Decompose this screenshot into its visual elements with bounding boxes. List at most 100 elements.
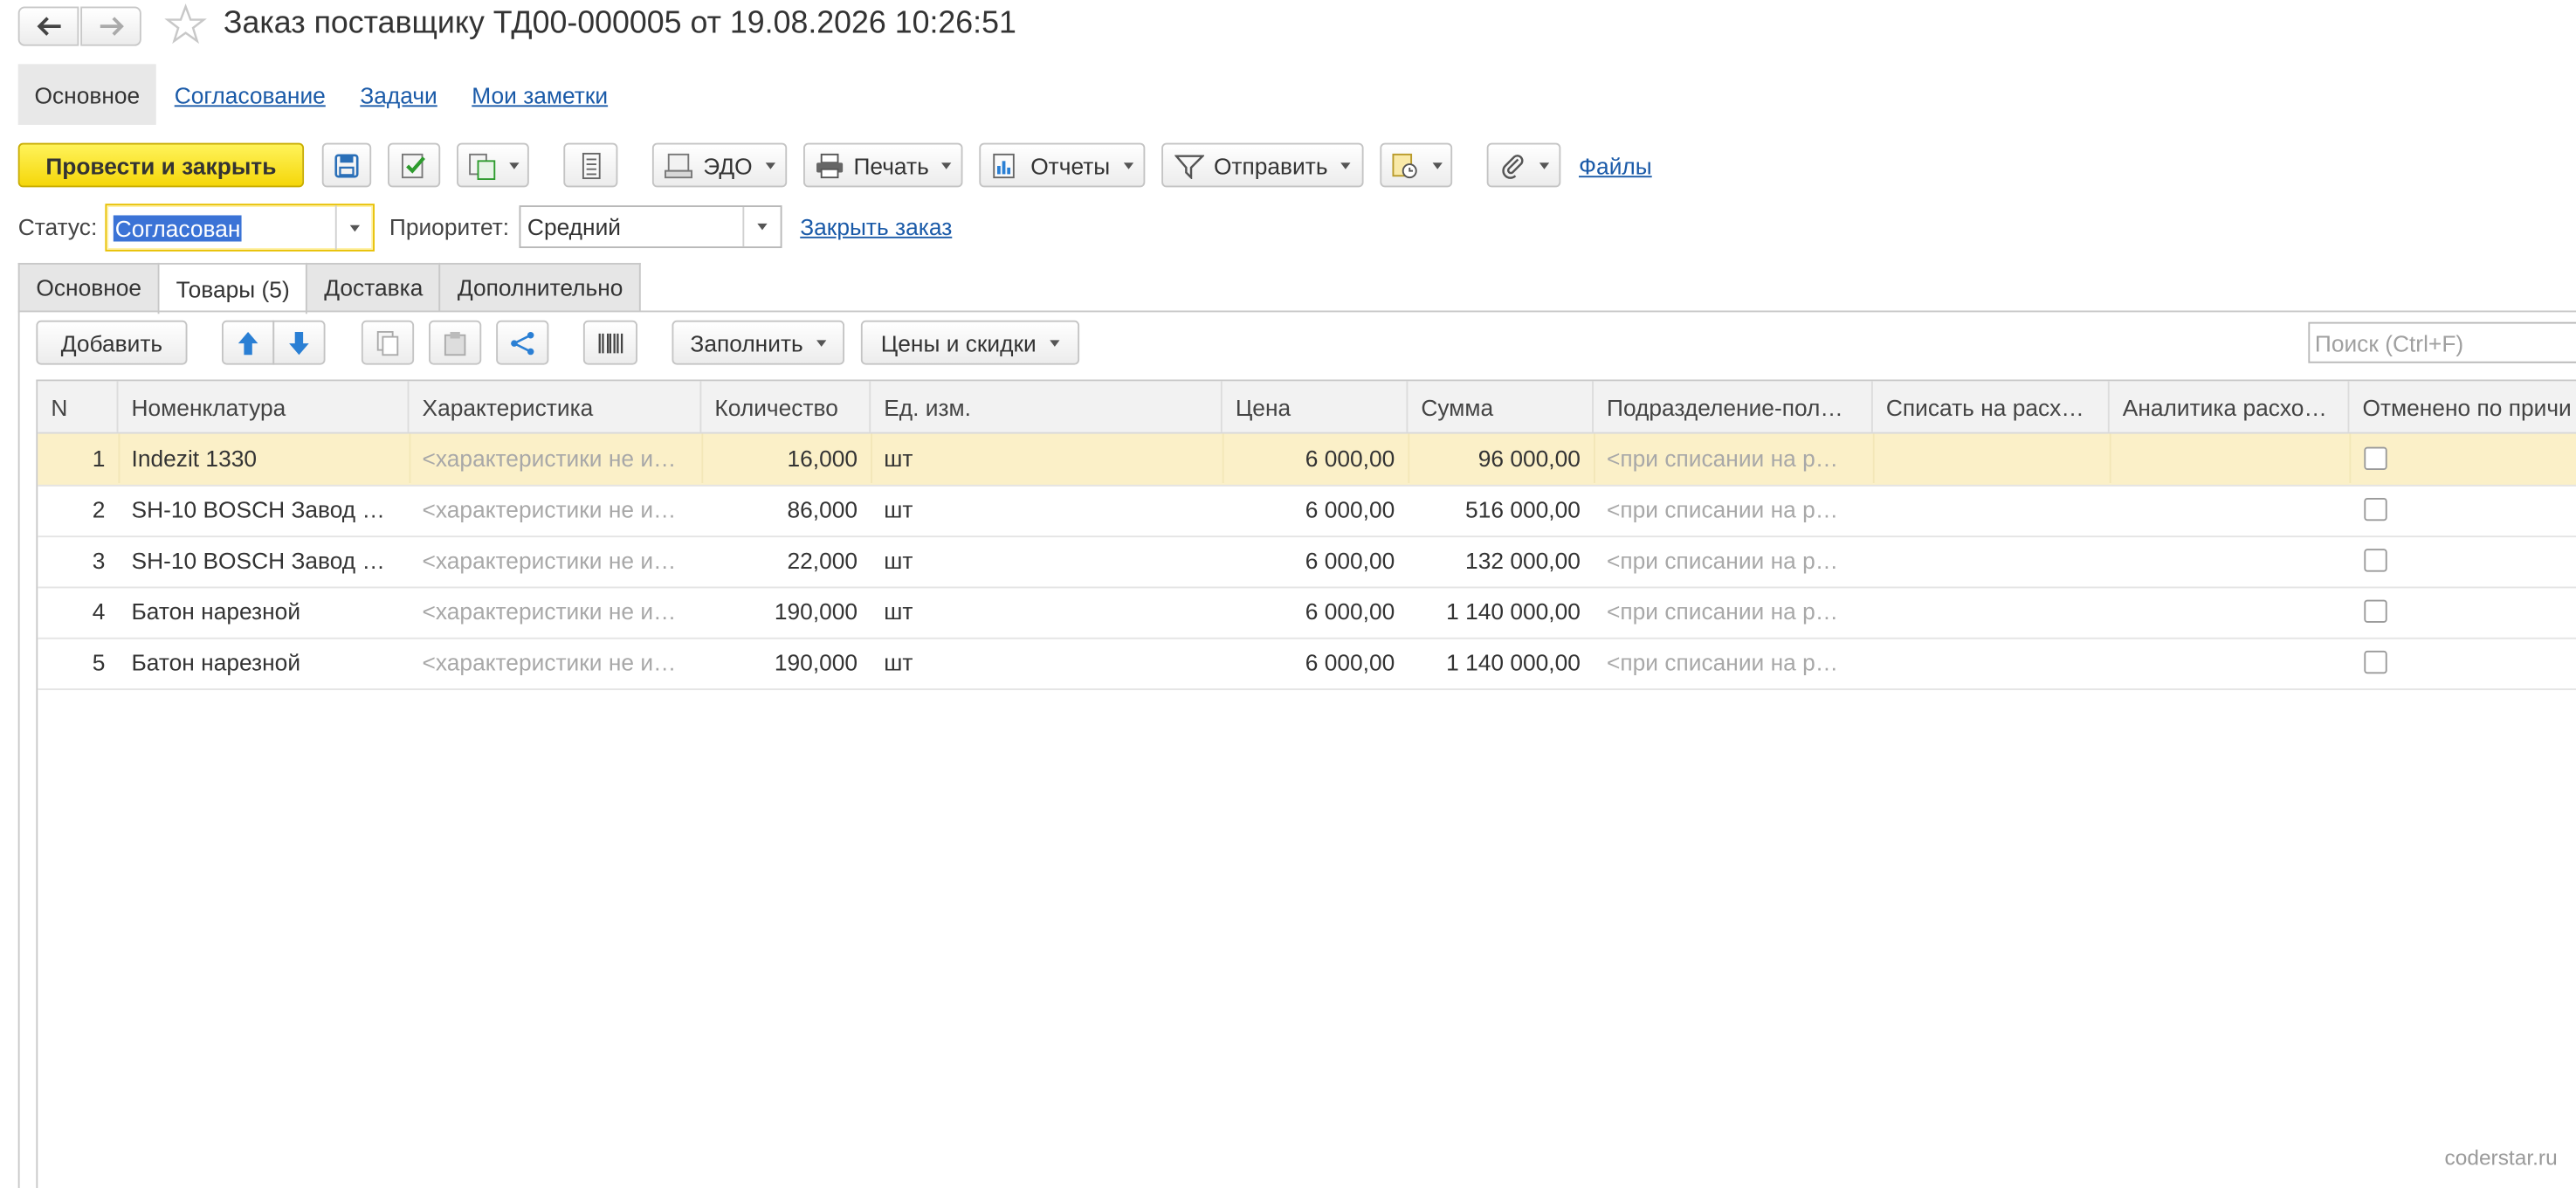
move-up-button[interactable]	[221, 320, 275, 365]
cancelled-checkbox[interactable]	[2364, 446, 2387, 470]
section-approval[interactable]: Согласование	[175, 81, 326, 107]
col-analytics-cell[interactable]	[2110, 535, 2350, 584]
col-quantity-cell[interactable]: 22,000	[701, 535, 871, 584]
cancelled-checkbox[interactable]	[2364, 549, 2387, 572]
status-select[interactable]: Согласован	[105, 204, 375, 252]
barcode-button[interactable]	[582, 320, 637, 365]
col-n-cell[interactable]: 1	[38, 434, 118, 483]
col-department-cell[interactable]: <при списании на р…	[1594, 587, 1873, 636]
col-cancelled-header[interactable]: Отменено по причи	[2349, 381, 2576, 432]
col-unit-header[interactable]: Ед. изм.	[871, 381, 1223, 432]
col-price-cell[interactable]: 6 000,00	[1223, 485, 1409, 534]
col-n-cell[interactable]: 3	[38, 535, 118, 584]
cancelled-checkbox[interactable]	[2364, 497, 2387, 521]
col-item-cell[interactable]: SH-10 BOSCH Завод …	[118, 535, 409, 584]
priority-dropdown-button[interactable]	[742, 207, 780, 247]
col-price-header[interactable]: Цена	[1223, 381, 1409, 432]
col-sum-cell[interactable]: 1 140 000,00	[1408, 587, 1594, 636]
col-writeoff-header[interactable]: Списать на расх…	[1873, 381, 2110, 432]
save-button[interactable]	[321, 142, 372, 188]
col-writeoff-cell[interactable]	[1873, 638, 2110, 687]
prices-discounts-button[interactable]: Цены и скидки	[860, 320, 1080, 365]
tab-main[interactable]: Основное	[17, 262, 160, 311]
col-item-header[interactable]: Номенклатура	[118, 381, 410, 432]
section-notes[interactable]: Мои заметки	[472, 81, 608, 107]
col-n-cell[interactable]: 4	[38, 587, 118, 636]
col-unit-cell[interactable]: шт	[871, 485, 1223, 534]
col-item-cell[interactable]: Батон нарезной	[118, 587, 409, 636]
col-quantity-cell[interactable]: 86,000	[701, 485, 871, 534]
col-unit-cell[interactable]: шт	[871, 587, 1223, 636]
cancelled-checkbox[interactable]	[2364, 599, 2387, 623]
col-sum-cell[interactable]: 132 000,00	[1408, 535, 1594, 584]
col-quantity-cell[interactable]: 16,000	[701, 434, 871, 483]
table-row[interactable]: 2 SH-10 BOSCH Завод … <характеристики не и…	[38, 485, 2576, 538]
col-characteristic-cell[interactable]: <характеристики не и…	[409, 485, 701, 534]
col-sum-cell[interactable]: 516 000,00	[1408, 485, 1594, 534]
col-cancelled-cell[interactable]	[2349, 485, 2576, 534]
col-price-cell[interactable]: 6 000,00	[1223, 638, 1409, 687]
col-department-cell[interactable]: <при списании на р…	[1594, 485, 1873, 534]
col-writeoff-cell[interactable]	[1873, 587, 2110, 636]
col-writeoff-cell[interactable]	[1873, 485, 2110, 534]
col-cancelled-cell[interactable]	[2349, 638, 2576, 687]
goods-table[interactable]: N Номенклатура Характеристика Количество Ед.…	[36, 379, 2576, 1188]
col-characteristic-cell[interactable]: <характеристики не и…	[409, 638, 701, 687]
col-analytics-cell[interactable]	[2110, 485, 2350, 534]
paste-row-button[interactable]	[429, 320, 482, 365]
col-characteristic-header[interactable]: Характеристика	[409, 381, 702, 432]
col-item-cell[interactable]: Indezit 1330	[118, 434, 409, 483]
table-row[interactable]: 1 Indezit 1330 <характеристики не и… 16,000…	[38, 433, 2576, 487]
move-down-button[interactable]	[272, 320, 326, 365]
reports-button[interactable]: Отчеты	[979, 142, 1146, 188]
print-button[interactable]: Печать	[803, 142, 963, 188]
col-writeoff-cell[interactable]	[1873, 434, 2110, 483]
copy-row-button[interactable]	[361, 320, 415, 365]
col-cancelled-cell[interactable]	[2349, 535, 2576, 584]
col-price-cell[interactable]: 6 000,00	[1223, 434, 1409, 483]
send-button[interactable]: Отправить	[1161, 142, 1364, 188]
priority-select[interactable]: Средний	[519, 205, 782, 249]
related-documents-button[interactable]	[1380, 142, 1453, 188]
post-and-close-button[interactable]: Провести и закрыть	[17, 142, 305, 188]
forward-button[interactable]	[80, 6, 141, 46]
col-sum-cell[interactable]: 96 000,00	[1408, 434, 1594, 483]
post-button[interactable]	[388, 142, 441, 188]
col-item-cell[interactable]: SH-10 BOSCH Завод …	[118, 485, 409, 534]
section-tasks[interactable]: Задачи	[360, 81, 437, 107]
back-button[interactable]	[17, 6, 79, 46]
table-row[interactable]: 5 Батон нарезной <характеристики не и… 190,…	[38, 638, 2576, 691]
col-sum-cell[interactable]: 1 140 000,00	[1408, 638, 1594, 687]
favorite-star-icon[interactable]	[164, 3, 207, 54]
col-cancelled-cell[interactable]	[2349, 434, 2576, 483]
col-cancelled-cell[interactable]	[2349, 587, 2576, 636]
section-main[interactable]: Основное	[17, 64, 157, 125]
add-row-button[interactable]: Добавить	[36, 320, 188, 365]
cancelled-checkbox[interactable]	[2364, 650, 2387, 674]
tab-goods[interactable]: Товары (5)	[157, 262, 308, 314]
table-row[interactable]: 3 SH-10 BOSCH Завод … <характеристики не и…	[38, 535, 2576, 589]
col-department-cell[interactable]: <при списании на р…	[1594, 535, 1873, 584]
edo-button[interactable]: ЭДО	[651, 142, 788, 188]
split-row-button[interactable]	[496, 320, 549, 365]
col-department-cell[interactable]: <при списании на р…	[1594, 434, 1873, 483]
close-order-link[interactable]: Закрыть заказ	[800, 214, 952, 240]
files-link[interactable]: Файлы	[1579, 153, 1652, 179]
col-price-cell[interactable]: 6 000,00	[1223, 535, 1409, 584]
col-analytics-cell[interactable]	[2110, 587, 2350, 636]
col-analytics-cell[interactable]	[2110, 434, 2350, 483]
col-quantity-cell[interactable]: 190,000	[701, 638, 871, 687]
col-department-cell[interactable]: <при списании на р…	[1594, 638, 1873, 687]
col-writeoff-cell[interactable]	[1873, 535, 2110, 584]
table-row[interactable]: 4 Батон нарезной <характеристики не и… 190,…	[38, 587, 2576, 639]
col-n-cell[interactable]: 2	[38, 485, 118, 534]
col-characteristic-cell[interactable]: <характеристики не и…	[409, 587, 701, 636]
col-quantity-cell[interactable]: 190,000	[701, 587, 871, 636]
col-price-cell[interactable]: 6 000,00	[1223, 587, 1409, 636]
tab-delivery[interactable]: Доставка	[306, 262, 442, 311]
col-characteristic-cell[interactable]: <характеристики не и…	[409, 535, 701, 584]
search-input[interactable]: Поиск (Ctrl+F)	[2308, 321, 2576, 363]
col-unit-cell[interactable]: шт	[871, 434, 1223, 483]
attach-files-button[interactable]	[1486, 142, 1561, 188]
col-unit-cell[interactable]: шт	[871, 535, 1223, 584]
